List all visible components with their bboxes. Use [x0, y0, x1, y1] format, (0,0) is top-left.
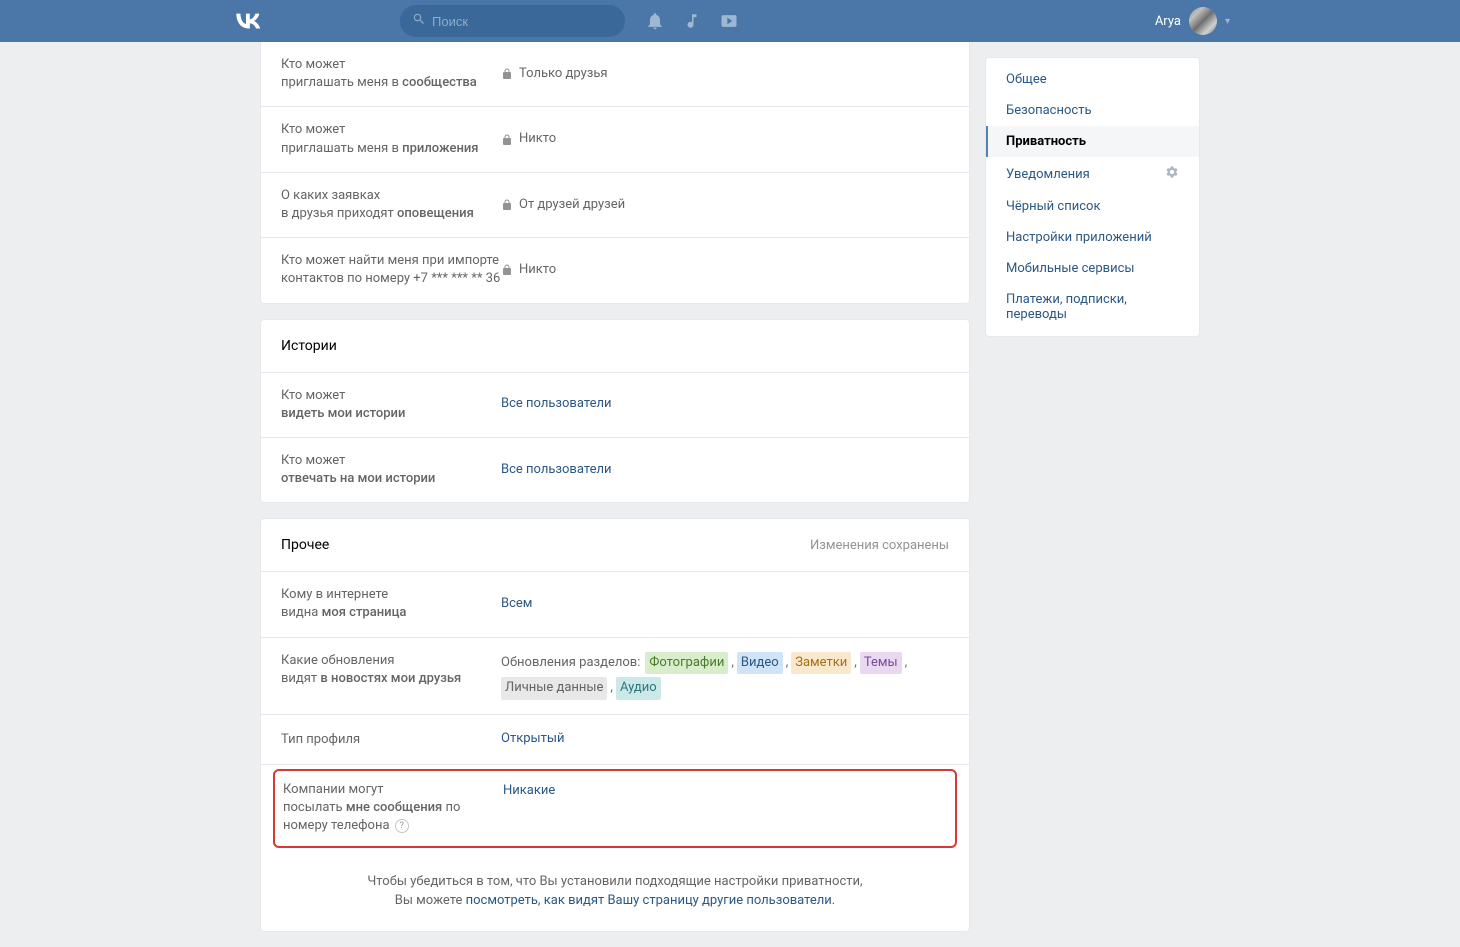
row-value: Только друзья [501, 64, 949, 85]
row-label: Кто может найти меня при импорте контакт… [281, 252, 501, 288]
update-tag: Темы [860, 652, 902, 675]
setting-row[interactable]: Кто может приглашать меня в сообщества Т… [261, 42, 969, 107]
setting-row[interactable]: О каких заявках в друзья приходят оповещ… [261, 173, 969, 238]
privacy-contacts-block: Кто может приглашать меня в сообщества Т… [260, 42, 970, 304]
vk-logo[interactable] [230, 7, 380, 35]
stories-block: Истории Кто может видеть мои истории Все… [260, 319, 970, 504]
block-header-other: Прочее Изменения сохранены [261, 519, 969, 572]
update-tag: Заметки [791, 652, 851, 675]
footer-help-text: Чтобы убедиться в том, что Вы установили… [261, 856, 969, 931]
setting-row[interactable]: Кто может найти меня при импорте контакт… [261, 238, 969, 302]
search-input[interactable] [432, 14, 613, 29]
help-icon[interactable]: ? [395, 819, 409, 833]
bell-icon[interactable] [645, 11, 665, 31]
video-icon[interactable] [719, 11, 739, 31]
other-block: Прочее Изменения сохранены Кому в интерн… [260, 518, 970, 931]
row-label: Кто может отвечать на мои истории [281, 452, 501, 488]
user-menu[interactable]: Arya ▾ [1155, 7, 1230, 35]
row-value: Всем [501, 594, 949, 615]
row-label: Тип профиля [281, 731, 501, 749]
lock-icon [501, 264, 513, 276]
row-label: О каких заявках в друзья приходят оповещ… [281, 187, 501, 223]
row-label: Кто может приглашать меня в приложения [281, 121, 501, 157]
view-as-others-link[interactable]: посмотреть, как видят Вашу страницу друг… [466, 893, 836, 908]
search-box[interactable] [400, 5, 625, 37]
row-value: Открытый [501, 729, 949, 750]
setting-row[interactable]: Тип профиля Открытый [261, 715, 969, 765]
row-value: Обновления разделов: Фотографии , Видео … [501, 652, 949, 701]
row-value: Никакие [503, 781, 947, 802]
sidebar-item-notifications[interactable]: Уведомления [986, 157, 1199, 191]
sidebar-item-app-settings[interactable]: Настройки приложений [986, 222, 1199, 253]
row-label: Какие обновления видят в новостях мои др… [281, 652, 501, 688]
update-tag: Аудио [616, 677, 661, 700]
setting-row[interactable]: Кто может приглашать меня в приложения Н… [261, 107, 969, 172]
row-value: Все пользователи [501, 394, 949, 415]
setting-row[interactable]: Какие обновления видят в новостях мои др… [261, 638, 969, 716]
row-label: Кто может приглашать меня в сообщества [281, 56, 501, 92]
settings-sidebar: Общее Безопасность Приватность Уведомлен… [985, 57, 1200, 337]
update-tag: Видео [737, 652, 783, 675]
music-icon[interactable] [683, 12, 701, 30]
row-label: Кому в интернете видна моя страница [281, 586, 501, 622]
sidebar-item-privacy[interactable]: Приватность [986, 126, 1199, 157]
sidebar-item-general[interactable]: Общее [986, 64, 1199, 95]
block-header-stories: Истории [261, 320, 969, 373]
setting-row[interactable]: Кто может отвечать на мои истории Все по… [261, 438, 969, 502]
setting-row[interactable]: Кому в интернете видна моя страница Всем [261, 572, 969, 637]
row-value: Никто [501, 129, 949, 150]
avatar [1189, 7, 1217, 35]
row-value: От друзей друзей [501, 195, 949, 216]
sidebar-item-blacklist[interactable]: Чёрный список [986, 191, 1199, 222]
search-icon [412, 12, 432, 30]
sidebar-item-payments[interactable]: Платежи, подписки, переводы [986, 284, 1199, 330]
row-value: Никто [501, 260, 949, 281]
sidebar-item-mobile[interactable]: Мобильные сервисы [986, 253, 1199, 284]
lock-icon [501, 199, 513, 211]
lock-icon [501, 68, 513, 80]
lock-icon [501, 134, 513, 146]
username: Arya [1155, 14, 1181, 29]
row-label: Кто может видеть мои истории [281, 387, 501, 423]
tags-prefix: Обновления разделов: [501, 653, 640, 674]
chevron-down-icon: ▾ [1225, 16, 1230, 27]
setting-row[interactable]: Кто может видеть мои истории Все пользов… [261, 373, 969, 438]
row-label: Компании могут посылать мне сообщения по… [283, 781, 503, 836]
highlighted-setting-row[interactable]: Компании могут посылать мне сообщения по… [273, 769, 957, 848]
update-tag: Фотографии [645, 652, 728, 675]
header: Arya ▾ [0, 0, 1460, 42]
gear-icon[interactable] [1165, 165, 1179, 183]
saved-indicator: Изменения сохранены [810, 538, 949, 553]
update-tag: Личные данные [501, 677, 607, 700]
sidebar-item-security[interactable]: Безопасность [986, 95, 1199, 126]
row-value: Все пользователи [501, 460, 949, 481]
